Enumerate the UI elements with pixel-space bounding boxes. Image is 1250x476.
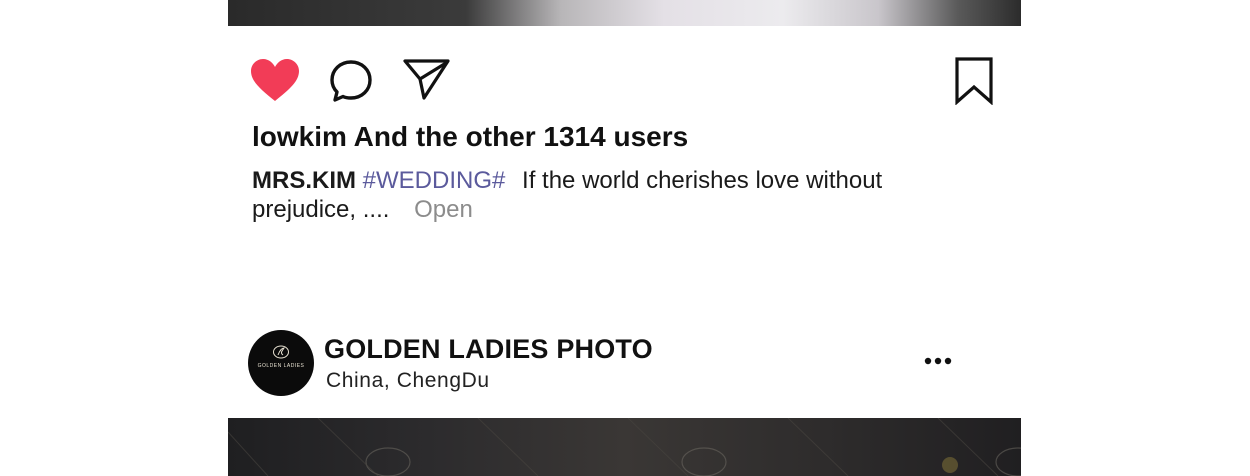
post-actions	[228, 55, 1021, 105]
comment-icon[interactable]	[328, 59, 374, 103]
watermark-pattern	[228, 418, 1021, 476]
bookmark-icon[interactable]	[954, 57, 994, 105]
caption-hashtag[interactable]: #WEDDING#	[363, 167, 506, 194]
avatar[interactable]: GOLDEN LADIES	[248, 330, 314, 396]
likes-summary[interactable]: lowkim And the other 1314 users	[252, 120, 688, 154]
account-name[interactable]: GOLDEN LADIES PHOTO	[324, 332, 653, 366]
send-icon[interactable]	[402, 57, 452, 101]
post-caption: MRS.KIM #WEDDING# If the world cherishes…	[252, 166, 952, 224]
heart-icon[interactable]	[250, 59, 300, 103]
caption-author[interactable]: MRS.KIM	[252, 167, 356, 194]
avatar-brand-text: GOLDEN LADIES	[257, 363, 305, 369]
caption-open-link[interactable]: Open	[414, 196, 473, 223]
next-post-header: GOLDEN LADIES GOLDEN LADIES PHOTO China,…	[228, 328, 1021, 398]
brand-logo-icon	[273, 345, 289, 359]
account-location[interactable]: China, ChengDu	[326, 368, 490, 394]
more-dots-icon[interactable]	[924, 356, 954, 366]
post-image-top[interactable]	[228, 0, 1021, 26]
feed: lowkim And the other 1314 users MRS.KIM …	[228, 0, 1021, 476]
post-image-bottom[interactable]	[228, 418, 1021, 476]
